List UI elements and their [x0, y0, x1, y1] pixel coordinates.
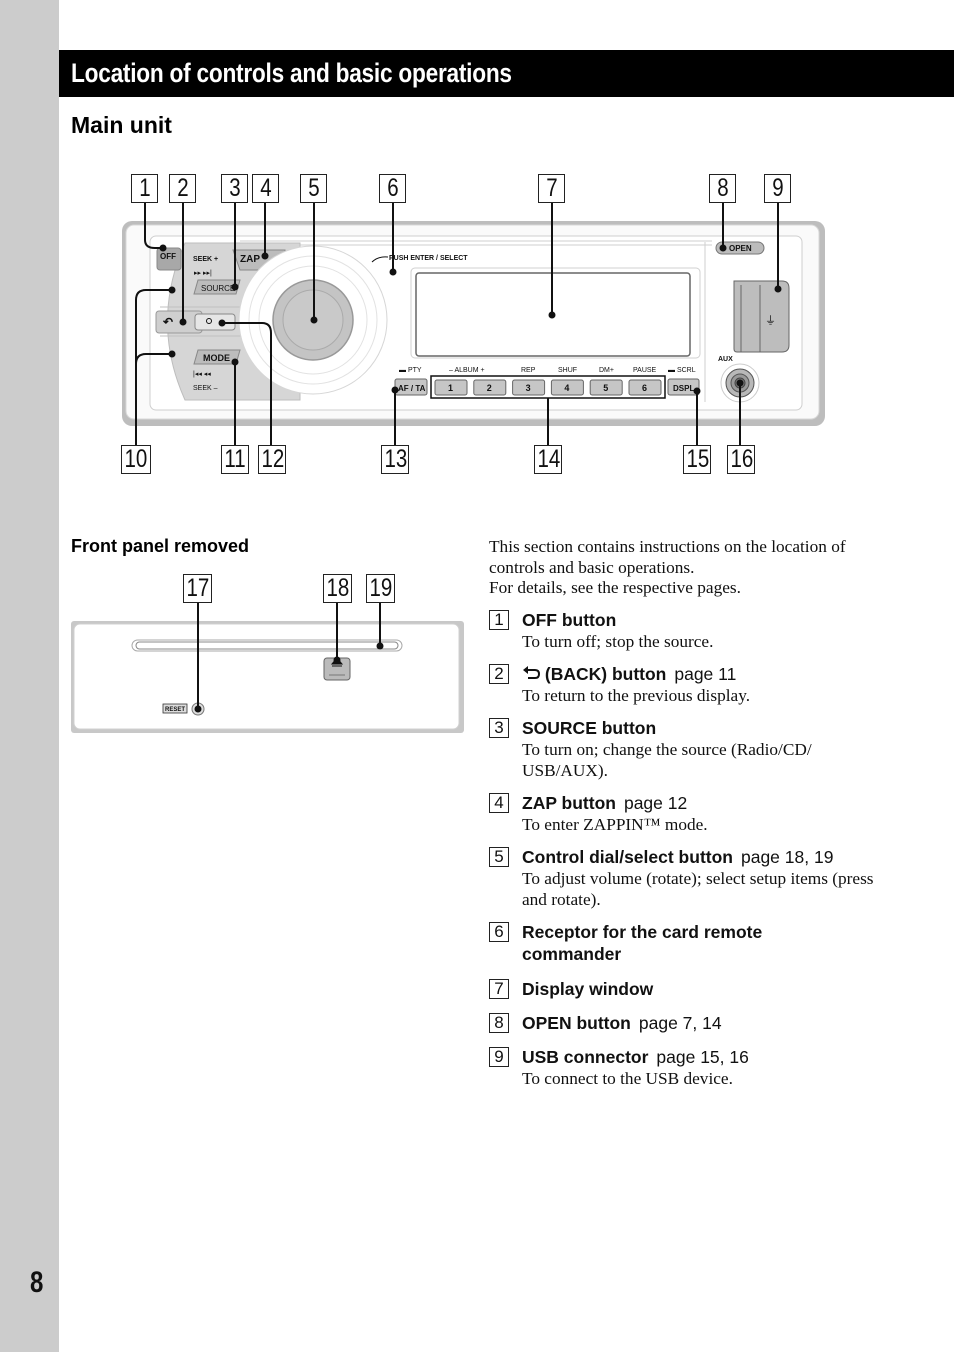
- item-description: To connect to the USB device.: [522, 1069, 733, 1088]
- seek-forward-icon: ▸▸ ▸▸|: [194, 270, 212, 277]
- push-enter-select-label: PUSH ENTER / SELECT: [389, 255, 468, 262]
- dspl-label: DSPL: [673, 384, 694, 393]
- preset-button-label: 2: [487, 383, 492, 393]
- callout-9: 9: [764, 174, 791, 203]
- intro-paragraph-1: This section contains instructions on th…: [489, 537, 846, 577]
- section-heading-main-unit: Main unit: [71, 112, 172, 138]
- callout-19: 19: [366, 574, 395, 603]
- source-label: SOURCE: [201, 284, 235, 293]
- back-arrow-icon: [523, 666, 540, 679]
- page-number: 8: [30, 1266, 44, 1299]
- usb-icon: ⏚: [765, 314, 776, 327]
- item-number: 4: [489, 793, 509, 813]
- intro-text: This section contains instructions on th…: [489, 537, 889, 599]
- callout-3: 3: [221, 174, 248, 203]
- item-number: 9: [489, 1047, 509, 1067]
- pty-label: ▬ PTY: [399, 367, 422, 374]
- title-bar: Location of controls and basic operation…: [59, 50, 954, 97]
- zap-label: ZAP: [240, 254, 260, 265]
- item-title: (BACK) button: [544, 664, 667, 684]
- page-title: Location of controls and basic operation…: [71, 58, 512, 88]
- callout-17: 17: [183, 574, 212, 603]
- item-description: To enter ZAPPIN™ mode.: [522, 815, 708, 834]
- callout-13: 13: [381, 445, 409, 474]
- preset-button-label: 4: [564, 383, 569, 393]
- open-label: OPEN: [729, 244, 752, 253]
- album-label: – ALBUM +: [449, 367, 485, 374]
- item-number: 7: [489, 979, 509, 999]
- callout-14: 14: [534, 445, 562, 474]
- scrl-label: ▬ SCRL: [668, 367, 696, 374]
- af-ta-label: AF / TA: [398, 384, 426, 393]
- item-number: 5: [489, 847, 509, 867]
- item-description: To turn on; change the source (Radio/CD/…: [522, 740, 812, 780]
- usb-cover[interactable]: [733, 280, 790, 353]
- item-description: To turn off; stop the source.: [522, 632, 714, 651]
- aux-label: AUX: [718, 356, 733, 363]
- seek-minus-label: SEEK –: [193, 385, 218, 392]
- callout-10: 10: [121, 445, 151, 474]
- preset-button-label: 1: [448, 383, 453, 393]
- item-title: USB connector: [522, 1047, 649, 1067]
- section-heading-front-panel-removed: Front panel removed: [71, 536, 250, 556]
- pause-label: PAUSE: [633, 367, 657, 374]
- mode-label: MODE: [203, 353, 230, 363]
- callout-12: 12: [258, 445, 286, 474]
- callout-7: 7: [538, 174, 565, 203]
- callout-18: 18: [323, 574, 352, 603]
- callout-16: 16: [727, 445, 755, 474]
- item-number: 8: [489, 1013, 509, 1033]
- item-page-ref[interactable]: page 18, 19: [741, 847, 833, 867]
- item-page-ref[interactable]: page 12: [624, 793, 687, 813]
- callout-15: 15: [683, 445, 711, 474]
- callout-6: 6: [379, 174, 406, 203]
- callout-5: 5: [300, 174, 327, 203]
- intro-paragraph-2: For details, see the respective pages.: [489, 578, 741, 597]
- item-title: Receptor for the card remote commander: [522, 922, 763, 964]
- preset-button-label: 6: [642, 383, 647, 393]
- item-title: ZAP button: [522, 793, 616, 813]
- item-title: OPEN button: [522, 1013, 631, 1033]
- callout-4: 4: [252, 174, 279, 203]
- item-title: Display window: [522, 979, 654, 999]
- item-number: 1: [489, 610, 509, 630]
- rep-label: REP: [521, 367, 536, 374]
- item-page-ref[interactable]: page 7, 14: [639, 1013, 722, 1033]
- preset-button-label: 3: [526, 383, 531, 393]
- preset-button-label: 5: [603, 383, 608, 393]
- seek-plus-label: SEEK +: [193, 256, 218, 263]
- item-title: OFF button: [522, 610, 617, 630]
- callout-1: 1: [131, 174, 158, 203]
- item-title: Control dial/select button: [522, 847, 733, 867]
- off-label: OFF: [160, 252, 176, 261]
- callout-8: 8: [709, 174, 736, 203]
- seek-back-icon: |◂◂ ◂◂: [193, 371, 211, 378]
- item-description: To adjust volume (rotate); select setup …: [522, 869, 874, 909]
- side-margin: [0, 0, 59, 1352]
- reset-label: RESET: [165, 707, 185, 713]
- item-description: To return to the previous display.: [522, 686, 751, 705]
- back-icon: ↶: [162, 315, 173, 329]
- shuf-label: SHUF: [558, 367, 577, 374]
- item-page-ref[interactable]: page 15, 16: [656, 1047, 748, 1067]
- item-title: SOURCE button: [522, 718, 657, 738]
- callout-2: 2: [169, 174, 196, 203]
- item-number: 2: [489, 664, 509, 684]
- callout-11: 11: [221, 445, 249, 474]
- item-page-ref[interactable]: page 11: [674, 664, 736, 684]
- dm-plus-label: DM+: [599, 367, 614, 374]
- item-number: 6: [489, 922, 509, 942]
- item-number: 3: [489, 718, 509, 738]
